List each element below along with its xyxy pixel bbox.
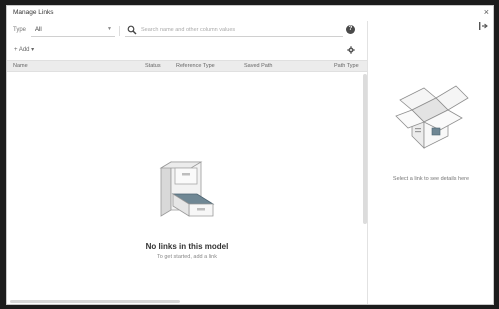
filter-bar: Type All ▼ Search name and other column … xyxy=(7,21,367,43)
column-header-reference-type[interactable]: Reference Type xyxy=(176,63,215,69)
column-header-status[interactable]: Status xyxy=(145,63,161,69)
horizontal-scrollbar[interactable] xyxy=(10,300,180,303)
add-link-button[interactable]: + Add ▾ xyxy=(14,46,34,53)
search-placeholder: Search name and other column values xyxy=(141,27,236,33)
column-header-name[interactable]: Name xyxy=(13,63,28,69)
column-header-path-type[interactable]: Path Type xyxy=(334,63,359,69)
details-panel: Select a link to see details here xyxy=(367,21,493,304)
close-icon[interactable]: × xyxy=(484,7,489,17)
links-panel: Type All ▼ Search name and other column … xyxy=(7,21,367,304)
details-placeholder: Select a link to see details here xyxy=(392,176,470,182)
links-list: No links in this model To get started, a… xyxy=(7,72,367,304)
file-cabinet-icon xyxy=(159,161,215,217)
empty-state-subtitle: To get started, add a link xyxy=(157,254,217,260)
search-icon xyxy=(127,25,137,35)
manage-links-dialog: Manage Links × Type All ▼ Search name an… xyxy=(6,5,494,305)
dialog-title: Manage Links xyxy=(13,9,54,16)
empty-state-title: No links in this model xyxy=(145,242,229,251)
column-header-saved-path[interactable]: Saved Path xyxy=(244,63,272,69)
open-box-icon xyxy=(395,85,469,149)
table-header: Name Status Reference Type Saved Path Pa… xyxy=(7,60,367,72)
toolbar: + Add ▾ xyxy=(7,43,367,59)
title-bar: Manage Links × xyxy=(7,6,493,21)
type-label: Type xyxy=(13,27,27,33)
divider xyxy=(119,26,120,36)
collapse-panel-icon[interactable] xyxy=(478,21,488,31)
search-input[interactable]: Search name and other column values xyxy=(125,24,343,37)
type-dropdown[interactable]: All ▼ xyxy=(31,24,115,37)
help-icon[interactable]: ? xyxy=(346,25,355,34)
type-dropdown-value: All xyxy=(35,27,42,33)
chevron-down-icon: ▼ xyxy=(107,26,112,32)
gear-icon[interactable] xyxy=(347,46,355,54)
